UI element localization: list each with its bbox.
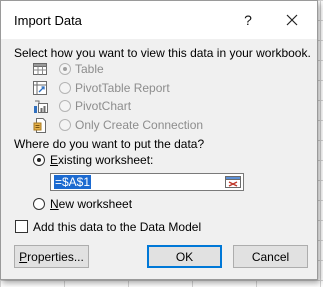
table-radio[interactable]: [59, 63, 71, 75]
pivottable-option-label: PivotTable Report: [75, 81, 170, 95]
properties-button[interactable]: Properties...: [14, 245, 89, 268]
ok-button-label: OK: [175, 249, 194, 264]
table-icon: [33, 63, 47, 75]
close-button[interactable]: [277, 5, 307, 35]
existing-worksheet-radio[interactable]: [33, 154, 45, 166]
pivotchart-option-label: PivotChart: [75, 99, 132, 113]
data-model-label[interactable]: Add this data to the Data Model: [33, 220, 201, 234]
title-bar[interactable]: Import Data ?: [1, 1, 317, 39]
cell-reference-input[interactable]: =$A$1: [54, 175, 92, 189]
close-icon: [286, 14, 298, 26]
range-select-icon: [225, 176, 241, 188]
pivotchart-radio[interactable]: [59, 100, 71, 112]
new-mnemonic: N: [50, 197, 59, 211]
help-button[interactable]: ?: [233, 5, 263, 35]
cell-reference-field[interactable]: =$A$1: [50, 173, 244, 191]
pivotchart-icon: [34, 100, 48, 113]
cancel-button[interactable]: Cancel: [233, 245, 308, 268]
connection-option-label: Only Create Connection: [75, 118, 204, 132]
help-icon: ?: [244, 12, 252, 28]
data-model-checkbox[interactable]: [15, 220, 28, 233]
new-worksheet-radio[interactable]: [33, 198, 45, 210]
view-section-heading: Select how you want to view this data in…: [14, 46, 311, 60]
location-section-heading: Where do you want to put the data?: [14, 137, 205, 151]
collapse-dialog-button[interactable]: [224, 175, 242, 189]
dialog-title: Import Data: [14, 13, 82, 28]
connection-icon: [33, 118, 46, 133]
ok-button[interactable]: OK: [147, 245, 222, 268]
existing-worksheet-label[interactable]: Existing worksheet:: [50, 153, 153, 167]
pivottable-radio[interactable]: [59, 82, 71, 94]
existing-label-text: xisting worksheet:: [58, 153, 154, 167]
existing-mnemonic: E: [50, 153, 59, 167]
cancel-button-label: Cancel: [251, 249, 290, 264]
new-worksheet-label[interactable]: New worksheet: [50, 197, 132, 211]
pivottable-icon: [33, 81, 47, 95]
new-label-text: ew worksheet: [58, 197, 133, 211]
properties-mnemonic: P: [19, 249, 28, 264]
table-option-label: Table: [75, 62, 104, 76]
import-data-dialog: Import Data ? Select how you want to vie…: [0, 0, 318, 280]
connection-radio[interactable]: [59, 119, 71, 131]
properties-button-label: roperties...: [27, 249, 84, 264]
